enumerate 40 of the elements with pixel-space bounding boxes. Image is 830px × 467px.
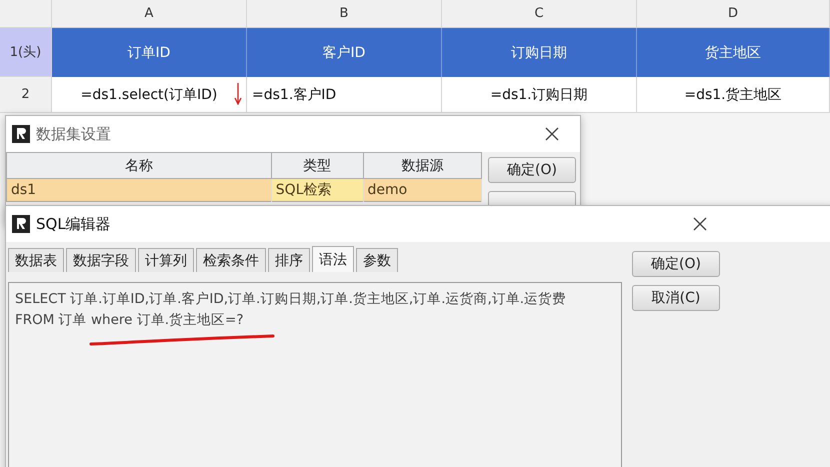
header-cell: 客户ID (247, 28, 442, 77)
tab[interactable]: 数据表 (8, 248, 64, 272)
table-cell[interactable]: ds1 (6, 178, 272, 202)
corner-header (0, 0, 52, 28)
tab[interactable]: 语法 (312, 246, 354, 272)
column-header[interactable]: A (52, 0, 247, 28)
sql-line: FROM 订单 where 订单.货主地区=? (15, 311, 244, 330)
table-cell: =ds1.select(订单ID) (52, 77, 247, 113)
dialog-button[interactable]: 取消(C) (632, 285, 720, 311)
column-header[interactable]: B (247, 0, 442, 28)
column-header: 数据源 (363, 152, 482, 178)
column-header[interactable]: D (637, 0, 830, 28)
table-cell: =ds1.货主地区 (637, 77, 830, 113)
dialog-button[interactable]: 确定(O) (488, 157, 576, 183)
column-header: 类型 (271, 152, 364, 178)
header-cell: 订购日期 (442, 28, 637, 77)
close-icon[interactable] (692, 216, 708, 232)
column-header[interactable]: C (442, 0, 637, 28)
table-cell[interactable]: demo (363, 178, 482, 202)
sql-text-area[interactable]: SELECT 订单.订单ID,订单.客户ID,订单.订购日期,订单.货主地区,订单.运货商,订单.运货费 FROM 订单 where 订单.货主地区=? (8, 282, 622, 467)
header-cell: 货主地区 (637, 28, 830, 77)
header-cell: 订单ID (52, 28, 247, 77)
close-icon[interactable] (544, 126, 560, 142)
table-cell[interactable]: SQL检索 (271, 178, 364, 202)
row-header[interactable]: 1(头) (0, 28, 52, 77)
row-header[interactable]: 2 (0, 77, 52, 113)
window-title: 数据集设置 (36, 124, 112, 144)
app-logo-icon (12, 215, 30, 233)
dialog-button[interactable]: 确定(O) (632, 251, 720, 277)
table-cell: =ds1.订购日期 (442, 77, 637, 113)
tab[interactable]: 数据字段 (66, 248, 136, 272)
tab[interactable]: 参数 (356, 248, 398, 272)
tab[interactable]: 排序 (268, 248, 310, 272)
sql-line: SELECT 订单.订单ID,订单.客户ID,订单.订购日期,订单.货主地区,订单.运货商,订单.运货费 (15, 290, 566, 309)
tab[interactable]: 计算列 (138, 248, 194, 272)
app-logo-icon (12, 125, 30, 143)
tab[interactable]: 检索条件 (196, 248, 266, 272)
window-title: SQL编辑器 (36, 214, 112, 234)
table-cell: =ds1.客户ID (247, 77, 442, 113)
column-header: 名称 (6, 152, 272, 178)
